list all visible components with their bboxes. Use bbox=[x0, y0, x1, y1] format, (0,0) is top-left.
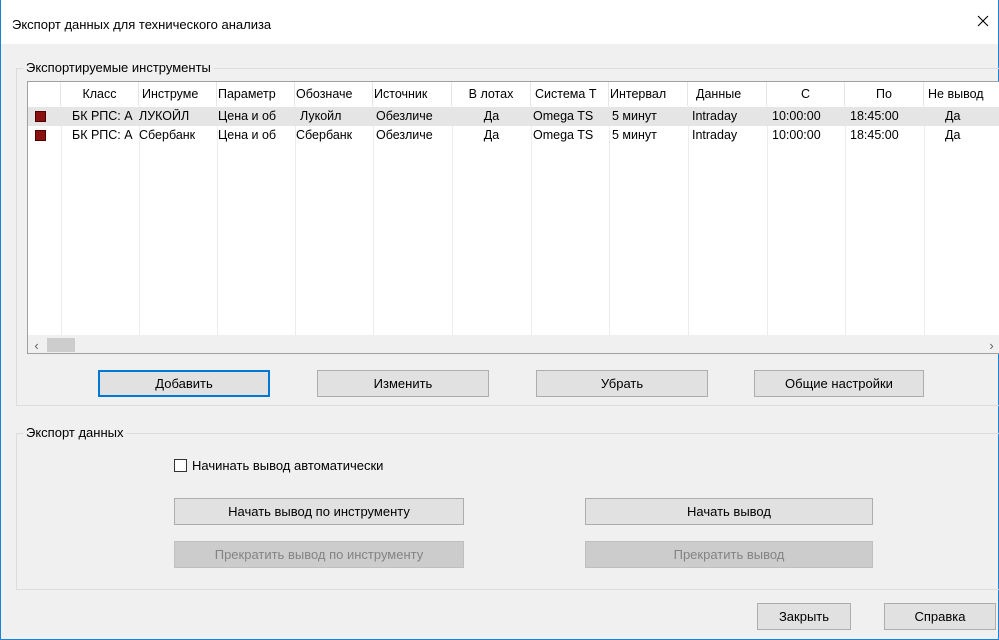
cell-system: Omega TS bbox=[533, 109, 594, 123]
export-dialog: Экспорт данных для технического анализа … bbox=[0, 0, 999, 640]
cell-symbol: Лукойл bbox=[300, 109, 342, 123]
table-row[interactable]: БК РПС: А Сбербанк Цена и об Сбербанк Об… bbox=[28, 126, 999, 145]
close-icon bbox=[977, 15, 989, 27]
column-header-symbol[interactable]: Обозначе bbox=[295, 82, 373, 106]
column-header-class[interactable]: Класс bbox=[61, 82, 139, 106]
general-settings-button[interactable]: Общие настройки bbox=[754, 370, 924, 397]
cell-interval: 5 минут bbox=[612, 128, 657, 142]
cell-to: 18:45:00 bbox=[850, 128, 899, 142]
instrument-icon bbox=[35, 130, 46, 141]
column-header-system[interactable]: Система Т bbox=[531, 82, 609, 106]
instrument-icon bbox=[35, 111, 46, 122]
export-group-legend: Экспорт данных bbox=[23, 425, 127, 440]
title-bar: Экспорт данных для технического анализа bbox=[1, 0, 998, 44]
cell-class: БК РПС: А bbox=[72, 109, 133, 123]
column-header-source[interactable]: Источник bbox=[373, 82, 452, 106]
start-instrument-output-button[interactable]: Начать вывод по инструменту bbox=[174, 498, 464, 525]
cell-from: 10:00:00 bbox=[772, 109, 821, 123]
cell-system: Omega TS bbox=[533, 128, 594, 142]
instruments-list[interactable]: Класс Инструме Параметр Обозначе Источни… bbox=[27, 81, 999, 354]
cell-instrument: Сбербанк bbox=[139, 128, 196, 142]
close-window-button[interactable] bbox=[968, 6, 998, 36]
column-header-data[interactable]: Данные bbox=[688, 82, 767, 106]
cell-no-output: Да bbox=[945, 109, 961, 123]
scroll-left-icon[interactable]: ‹ bbox=[28, 336, 45, 353]
cell-from: 10:00:00 bbox=[772, 128, 821, 142]
column-header-from[interactable]: С bbox=[767, 82, 845, 106]
column-header-parameter[interactable]: Параметр bbox=[217, 82, 295, 106]
instruments-group-legend: Экспортируемые инструменты bbox=[23, 60, 214, 75]
column-header-instrument[interactable]: Инструме bbox=[139, 82, 217, 106]
table-row[interactable]: БК РПС: А ЛУКОЙЛ Цена и об Лукойл Обезли… bbox=[28, 107, 999, 126]
cell-symbol: Сбербанк bbox=[296, 128, 353, 142]
cell-parameter: Цена и об bbox=[218, 109, 277, 123]
column-header-icon[interactable] bbox=[28, 82, 61, 106]
cell-to: 18:45:00 bbox=[850, 109, 899, 123]
cell-parameter: Цена и об bbox=[218, 128, 277, 142]
remove-button[interactable]: Убрать bbox=[536, 370, 708, 397]
cell-data: Intraday bbox=[692, 109, 738, 123]
scroll-thumb[interactable] bbox=[47, 338, 75, 352]
column-header-to[interactable]: По bbox=[845, 82, 924, 106]
cell-lots: Да bbox=[483, 109, 500, 123]
cell-interval: 5 минут bbox=[612, 109, 657, 123]
list-header: Класс Инструме Параметр Обозначе Источни… bbox=[28, 82, 999, 106]
checkbox-box[interactable] bbox=[174, 458, 187, 472]
cell-no-output: Да bbox=[945, 128, 961, 142]
horizontal-scrollbar[interactable]: ‹ › bbox=[28, 335, 999, 353]
stop-output-button[interactable]: Прекратить вывод bbox=[585, 541, 873, 568]
scroll-right-icon[interactable]: › bbox=[983, 336, 999, 353]
edit-button[interactable]: Изменить bbox=[317, 370, 489, 397]
auto-start-checkbox[interactable]: Начинать вывод автоматически bbox=[174, 457, 383, 473]
help-button[interactable]: Справка bbox=[884, 603, 996, 630]
cell-instrument: ЛУКОЙЛ bbox=[139, 109, 190, 123]
cell-class: БК РПС: А bbox=[72, 128, 133, 142]
close-button[interactable]: Закрыть bbox=[757, 603, 851, 630]
auto-start-label: Начинать вывод автоматически bbox=[192, 457, 384, 473]
cell-lots: Да bbox=[483, 128, 500, 142]
cell-data: Intraday bbox=[692, 128, 738, 142]
column-header-interval[interactable]: Интервал bbox=[609, 82, 688, 106]
add-button[interactable]: Добавить bbox=[98, 370, 270, 397]
column-header-lots[interactable]: В лотах bbox=[452, 82, 531, 106]
cell-source: Обезличе bbox=[376, 109, 433, 123]
window-title: Экспорт данных для технического анализа bbox=[12, 17, 272, 32]
column-header-no-output[interactable]: Не вывод bbox=[924, 82, 999, 106]
start-output-button[interactable]: Начать вывод bbox=[585, 498, 873, 525]
cell-source: Обезличе bbox=[376, 128, 433, 142]
stop-instrument-output-button[interactable]: Прекратить вывод по инструменту bbox=[174, 541, 464, 568]
